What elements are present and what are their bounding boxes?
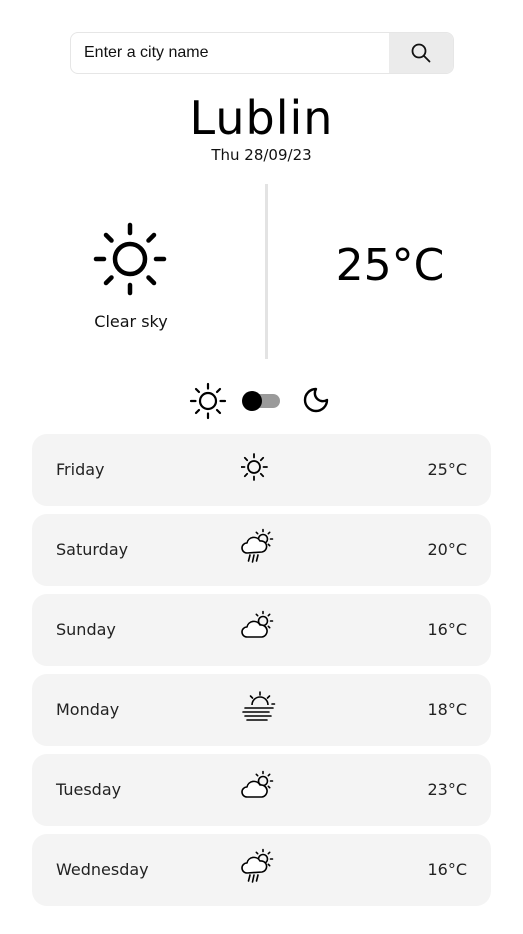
- forecast-row-sunday: Sunday 16°C: [32, 594, 491, 666]
- partly-cloudy-icon: [241, 770, 274, 798]
- rain-cloud-sun-icon: [241, 848, 274, 883]
- theme-toggle[interactable]: [242, 391, 280, 411]
- search-bar: [70, 32, 454, 74]
- forecast-day: Wednesday: [56, 860, 149, 879]
- forecast-temperature: 16°C: [427, 860, 467, 879]
- search-input[interactable]: [71, 33, 389, 73]
- weather-condition: Clear sky: [94, 312, 168, 331]
- forecast-day: Sunday: [56, 620, 116, 639]
- city-name: Lublin: [189, 91, 334, 145]
- forecast-row-tuesday: Tuesday 23°C: [32, 754, 491, 826]
- forecast-row-saturday: Saturday 20°C: [32, 514, 491, 586]
- forecast-day: Saturday: [56, 540, 129, 559]
- light-mode-sun-icon: [189, 382, 227, 420]
- search-icon: [411, 43, 431, 63]
- forecast-temperature: 18°C: [427, 700, 467, 719]
- forecast-temperature: 25°C: [427, 460, 467, 479]
- divider: [265, 184, 268, 359]
- forecast-day: Tuesday: [56, 780, 122, 799]
- forecast-temperature: 20°C: [427, 540, 467, 559]
- forecast-row-wednesday: Wednesday 16°C: [32, 834, 491, 906]
- current-date: Thu 28/09/23: [211, 146, 312, 164]
- sun-icon: [241, 453, 268, 481]
- forecast-temperature: 23°C: [427, 780, 467, 799]
- forecast-day: Monday: [56, 700, 120, 719]
- fog-sun-icon: [242, 691, 276, 721]
- current-temperature: 25°C: [335, 240, 445, 291]
- partly-cloudy-icon: [241, 610, 274, 638]
- toggle-knob: [242, 391, 262, 411]
- rain-cloud-sun-icon: [241, 528, 274, 563]
- forecast-temperature: 16°C: [427, 620, 467, 639]
- forecast-list: Friday 25°C Saturday 20°C Sunday 16°C Mo…: [32, 434, 491, 914]
- forecast-day: Friday: [56, 460, 105, 479]
- search-button[interactable]: [389, 33, 453, 73]
- forecast-row-friday: Friday 25°C: [32, 434, 491, 506]
- sun-icon: [93, 222, 167, 296]
- moon-icon: [303, 387, 329, 413]
- forecast-row-monday: Monday 18°C: [32, 674, 491, 746]
